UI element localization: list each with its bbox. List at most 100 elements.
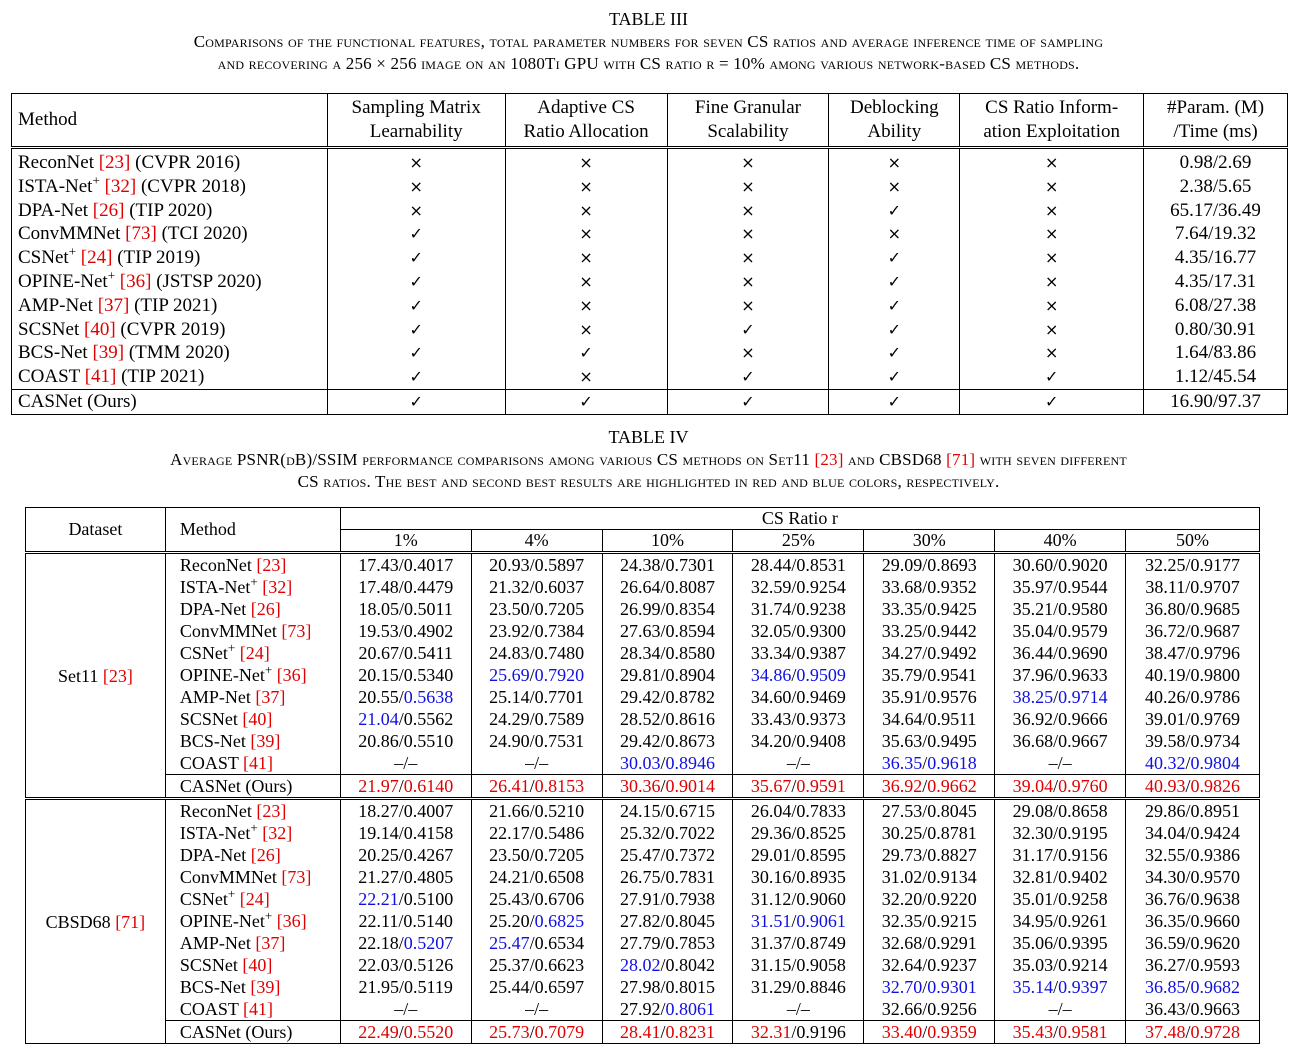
caption-text-c: with seven different	[975, 450, 1127, 469]
ssim-value: 0.5126	[403, 955, 454, 975]
check-icon: ✓	[828, 317, 961, 342]
result-cell: 32.81/0.9402	[994, 866, 1127, 888]
result-cell: 40.19/0.9800	[1125, 664, 1260, 686]
method-venue: (TIP 2020)	[129, 199, 213, 221]
method-cell: BCS-Net [39]	[164, 730, 341, 752]
table4-row: SCSNet [40] 21.04/0.5562 24.29/0.7589 28.52…	[26, 708, 1260, 730]
result-cell: 31.15/0.9058	[732, 954, 865, 976]
ssim-value: 0.8658	[1058, 801, 1108, 821]
psnr-value: 27.82	[619, 911, 661, 931]
dataset-ref: [23]	[102, 665, 133, 686]
result-cell: 22.03/0.5126	[339, 954, 472, 976]
dataset-name: Set11	[58, 665, 99, 686]
method-name: DPA-Net	[179, 599, 247, 619]
ssim-value: 0.9301	[927, 977, 977, 997]
result-cell: 34.20/0.9408	[732, 730, 865, 752]
result-cell: 35.43/0.9581	[994, 1020, 1127, 1044]
check-icon: ✓	[666, 317, 830, 342]
ssim-value: 0.9796	[1190, 643, 1241, 663]
cross-icon: ×	[959, 293, 1145, 318]
result-cell: 28.41/0.8231	[601, 1020, 734, 1044]
ssim-value: 0.9662	[927, 776, 977, 796]
table4-row: DPA-Net [26] 18.05/0.5011 23.50/0.7205 26.9…	[26, 598, 1260, 620]
psnr-value: 21.04	[358, 709, 399, 729]
table3-header-cell: #Param. (M) /Time (ms)	[1143, 93, 1288, 148]
psnr-value: 22.49	[358, 1022, 399, 1042]
psnr-value: 35.06	[1012, 933, 1054, 953]
method-ref: [36]	[276, 665, 307, 685]
method-ref: [73]	[125, 223, 157, 245]
method-name: AMP-Net	[18, 294, 93, 316]
result-cell: 21.95/0.5119	[339, 976, 472, 998]
psnr-value: 36.72	[1145, 621, 1186, 641]
psnr-value: 26.99	[619, 599, 661, 619]
psnr-value: 39.01	[1145, 709, 1186, 729]
result-cell: 24.83/0.7480	[470, 642, 603, 664]
cross-icon: ×	[504, 293, 668, 318]
psnr-value: 26.41	[489, 776, 530, 796]
result-cell: 35.79/0.9541	[863, 664, 996, 686]
method-cell: CSNet+ [24] (TIP 2019)	[11, 245, 328, 270]
psnr-value: 29.81	[619, 665, 661, 685]
ssim-value: 0.9387	[796, 643, 846, 663]
result-cell: 34.27/0.9492	[863, 642, 996, 664]
result-cell: 39.04/0.9760	[994, 774, 1127, 799]
ssim-value: 0.9300	[796, 621, 846, 641]
table3: Method Sampling Matrix Learnability Adaptiv…	[11, 93, 1288, 415]
psnr-value: 28.52	[619, 709, 661, 729]
check-icon: ✓	[326, 293, 506, 318]
table3-header-row: Method Sampling Matrix Learnability Adaptiv…	[11, 93, 1288, 148]
method-name: SCSNet	[179, 709, 238, 729]
method-name: COAST	[18, 366, 80, 388]
table4-row: COAST [41] –/– –/– 27.92/0.8061 –/– 32.66/0.9…	[26, 998, 1260, 1021]
ratio-header: 25%	[732, 529, 865, 553]
ratio-header: 50%	[1125, 529, 1260, 553]
ssim-value: 0.9638	[1190, 889, 1241, 909]
method-name: ConvMMNet	[179, 867, 277, 887]
dataset-cell: Set11 [23]	[25, 551, 166, 799]
param-time-value: 0.80/30.91	[1143, 317, 1288, 342]
psnr-value: 39.58	[1145, 731, 1186, 751]
header-line: ation Exploitation	[983, 121, 1120, 142]
method-cell: OPINE-Net+ [36]	[164, 663, 341, 686]
result-cell: 20.86/0.5510	[339, 730, 472, 752]
check-icon: ✓	[326, 317, 506, 342]
result-cell: –/–	[994, 752, 1127, 775]
method-superscript: +	[264, 908, 273, 923]
psnr-value: 25.73	[489, 1022, 530, 1042]
cross-icon: ×	[666, 246, 830, 270]
method-name: ReconNet	[179, 801, 252, 821]
result-cell: 18.05/0.5011	[339, 598, 472, 620]
method-ref: [26]	[250, 845, 281, 865]
psnr-value: 35.79	[881, 665, 923, 685]
result-cell: 29.73/0.8827	[863, 844, 996, 866]
ssim-value: 0.9220	[927, 889, 977, 909]
psnr-value: 33.25	[881, 621, 923, 641]
table4-row: AMP-Net [37] 20.55/0.5638 25.14/0.7701 29.4…	[26, 686, 1260, 708]
result-cell: 22.11/0.5140	[339, 910, 472, 932]
psnr-value: 35.91	[881, 687, 923, 707]
cross-icon: ×	[959, 246, 1145, 270]
method-venue: (JSTSP 2020)	[156, 270, 262, 292]
ssim-value: 0.9666	[1058, 709, 1108, 729]
psnr-value: 32.05	[750, 621, 792, 641]
result-cell: 32.30/0.9195	[994, 822, 1127, 844]
table4-row: Set11 [23] ReconNet [23] 17.43/0.4017 20.93…	[25, 551, 1260, 799]
ssim-value: 0.8693	[927, 555, 977, 575]
result-cell: 22.21/0.5100	[339, 888, 472, 910]
result-cell: 33.40/0.9359	[863, 1020, 996, 1044]
psnr-value: 34.04	[1145, 823, 1186, 843]
psnr-value: 29.73	[881, 845, 923, 865]
header-line: Method	[18, 109, 78, 130]
cross-icon: ×	[504, 246, 668, 270]
result-cell: 21.32/0.6037	[470, 576, 603, 598]
ssim-value: 0.9633	[1058, 665, 1108, 685]
psnr-value: 38.25	[1012, 687, 1054, 707]
psnr-value: –	[786, 999, 796, 1019]
table4-row: CBSD68 [71] ReconNet [23] 18.27/0.4007 21.6…	[25, 797, 1260, 1044]
psnr-value: 35.14	[1012, 977, 1054, 997]
ssim-value: 0.9687	[1190, 621, 1241, 641]
ssim-value: 0.8580	[665, 643, 715, 663]
ssim-value: 0.4158	[403, 823, 454, 843]
psnr-value: 22.21	[358, 889, 399, 909]
